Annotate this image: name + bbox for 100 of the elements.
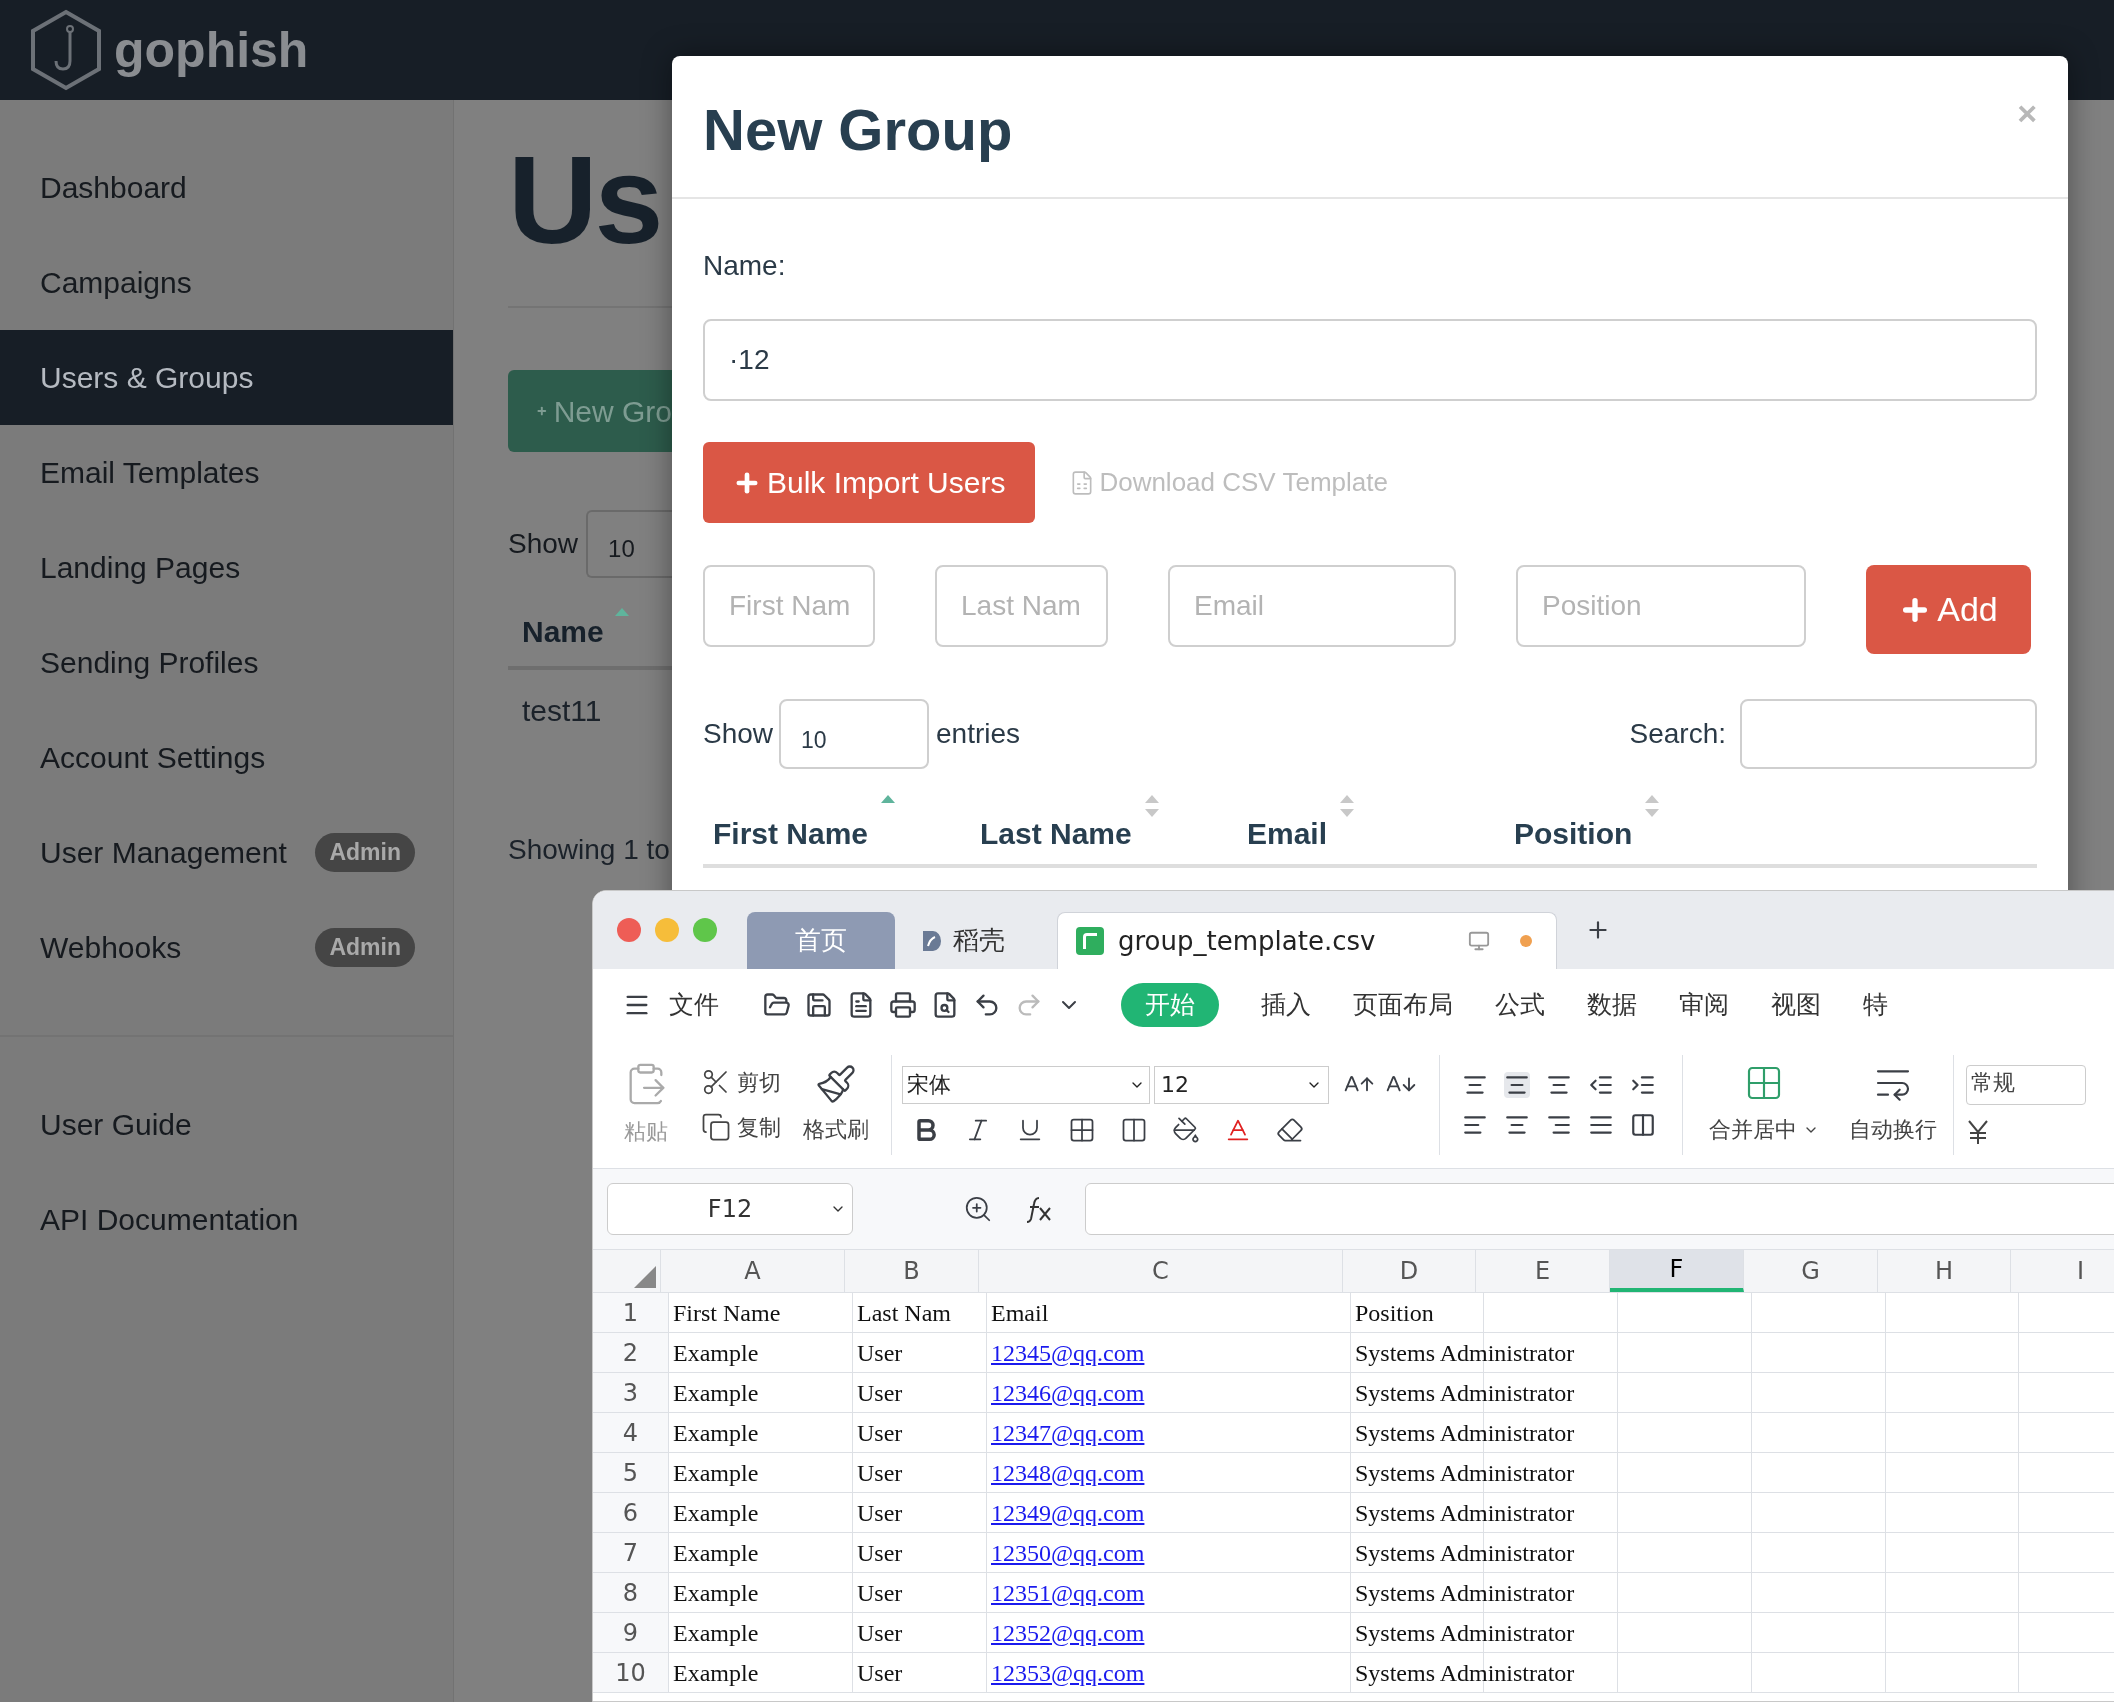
page-size-select[interactable]: 10 <box>779 699 930 769</box>
document-tab[interactable]: group_template.csv <box>1057 912 1557 969</box>
file-menu[interactable]: 文件 <box>669 986 719 1024</box>
new-user-field[interactable]: Last Nam <box>935 565 1108 647</box>
email-link[interactable]: 12348@qq.com <box>991 1454 1145 1491</box>
sheet-file-icon <box>1076 927 1104 955</box>
show-label: Show <box>703 717 774 751</box>
email-link[interactable]: 12352@qq.com <box>991 1614 1145 1651</box>
copy-button[interactable]: 复制 <box>701 1110 781 1144</box>
email-link[interactable]: 12353@qq.com <box>991 1654 1145 1691</box>
row-header[interactable]: 4 <box>593 1413 669 1452</box>
cell-text: User <box>857 1658 903 1688</box>
row-header[interactable]: 7 <box>593 1533 669 1572</box>
row-header[interactable]: 3 <box>593 1373 669 1412</box>
cell-text: Systems Administrator <box>1355 1658 1575 1688</box>
ribbon-tab[interactable]: 插入 <box>1261 986 1311 1024</box>
cell-text: Example <box>673 1378 759 1408</box>
cell-text: Example <box>673 1498 759 1528</box>
column-header[interactable]: Position <box>1514 811 1633 856</box>
column-header[interactable]: I <box>2011 1250 2114 1292</box>
save-icon[interactable] <box>805 991 833 1019</box>
sidebar-item[interactable]: Campaigns <box>0 235 453 330</box>
ribbon-tab[interactable]: 公式 <box>1495 986 1545 1024</box>
search-field[interactable] <box>1740 699 2037 769</box>
email-link[interactable]: 12350@qq.com <box>991 1534 1145 1571</box>
new-user-field[interactable]: Position <box>1516 565 1806 647</box>
wrap-text-button[interactable]: 自动换行 <box>1849 1113 1937 1146</box>
logo-icon <box>30 9 102 91</box>
column-header[interactable]: Email <box>1247 811 1328 856</box>
fill-color-icon[interactable] <box>1172 1115 1200 1144</box>
currency-icon[interactable] <box>1966 1118 1990 1145</box>
email-link[interactable]: 12345@qq.com <box>991 1334 1145 1371</box>
email-link[interactable]: 12349@qq.com <box>991 1494 1145 1531</box>
column-header[interactable]: G <box>1744 1250 1878 1292</box>
select-all-icon[interactable] <box>634 1266 656 1288</box>
column-header[interactable]: First Name <box>713 811 869 856</box>
ribbon-tab[interactable]: 特 <box>1863 986 1888 1024</box>
printer-icon[interactable] <box>889 991 917 1019</box>
format-painter-button[interactable]: 格式刷 <box>803 1113 869 1146</box>
row-header[interactable]: 1 <box>593 1293 669 1332</box>
admin-badge: Admin <box>315 833 415 872</box>
cell-text: User <box>857 1618 903 1648</box>
cell-text: Example <box>673 1458 759 1488</box>
column-header[interactable]: Last Name <box>980 811 1132 856</box>
new-user-field[interactable]: First Nam <box>703 565 875 647</box>
cell-text: User <box>857 1538 903 1568</box>
cut-button[interactable]: 剪切 <box>701 1065 781 1099</box>
font-size-select[interactable]: 12 <box>1154 1065 1329 1104</box>
zoom-icon[interactable] <box>963 1194 993 1224</box>
merge-center-button[interactable]: 合并居中 <box>1709 1113 1819 1146</box>
sidebar-item[interactable]: Webhooks Admin <box>0 900 453 995</box>
ribbon-tab[interactable]: 页面布局 <box>1353 986 1453 1024</box>
sidebar-item[interactable]: Landing Pages <box>0 520 453 615</box>
close-icon[interactable] <box>617 918 641 942</box>
cell-text: User <box>857 1458 903 1488</box>
sidebar-item[interactable]: Sending Profiles <box>0 615 453 710</box>
add-button[interactable]: Add <box>1866 565 2031 654</box>
ribbon-tab[interactable]: 审阅 <box>1679 986 1729 1024</box>
cell-text: Example <box>673 1538 759 1568</box>
font-select[interactable]: 宋体 <box>902 1065 1150 1104</box>
email-link[interactable]: 12346@qq.com <box>991 1374 1145 1411</box>
email-link[interactable]: 12347@qq.com <box>991 1414 1145 1451</box>
sidebar-item[interactable]: Email Templates <box>0 425 453 520</box>
bulk-import-button[interactable]: Bulk Import Users <box>703 442 1036 523</box>
name-field[interactable]: ·12 <box>703 319 2037 401</box>
column-header[interactable]: H <box>1878 1250 2011 1292</box>
formula-field[interactable] <box>1085 1183 2114 1235</box>
paintbrush-icon[interactable] <box>815 1063 857 1105</box>
cell-text: First Name <box>673 1298 781 1328</box>
column-header[interactable]: B <box>845 1250 979 1292</box>
column-header[interactable]: C <box>979 1250 1343 1292</box>
column-header[interactable]: A <box>661 1250 845 1292</box>
ribbon-tab[interactable]: 数据 <box>1587 986 1637 1024</box>
sidebar-link[interactable]: API Documentation <box>0 1172 453 1267</box>
copy-icon <box>701 1112 731 1142</box>
column-header[interactable]: F <box>1610 1250 1744 1292</box>
cell-text: Systems Administrator <box>1355 1418 1575 1448</box>
document-tab[interactable]: 稻壳 <box>895 912 1029 969</box>
row-header[interactable]: 6 <box>593 1493 669 1532</box>
row-header[interactable]: 5 <box>593 1453 669 1492</box>
new-user-field[interactable]: Email <box>1168 565 1456 647</box>
row-header[interactable]: 9 <box>593 1613 669 1652</box>
cell-text: User <box>857 1338 903 1368</box>
row-header[interactable]: 10 <box>593 1653 669 1692</box>
ribbon-tab[interactable]: 视图 <box>1771 986 1821 1024</box>
column-header[interactable]: D <box>1343 1250 1476 1292</box>
row-header[interactable]: 8 <box>593 1573 669 1612</box>
number-format-select[interactable]: 常规 <box>1966 1064 2086 1105</box>
sidebar-item[interactable]: Account Settings <box>0 710 453 805</box>
sidebar-item[interactable]: Dashboard <box>0 140 453 235</box>
name-box[interactable]: F12 <box>607 1183 853 1235</box>
sidebar-item[interactable]: User Management Admin <box>0 805 453 900</box>
sidebar-item[interactable]: Users & Groups <box>0 330 453 425</box>
email-link[interactable]: 12351@qq.com <box>991 1574 1145 1611</box>
cell-text: Example <box>673 1658 759 1688</box>
cell-text: Systems Administrator <box>1355 1498 1575 1528</box>
sidebar-link[interactable]: User Guide <box>0 1077 453 1172</box>
align-middle-icon[interactable] <box>1504 1071 1530 1098</box>
column-header[interactable]: Name <box>522 609 604 654</box>
row-header[interactable]: 2 <box>593 1333 669 1372</box>
